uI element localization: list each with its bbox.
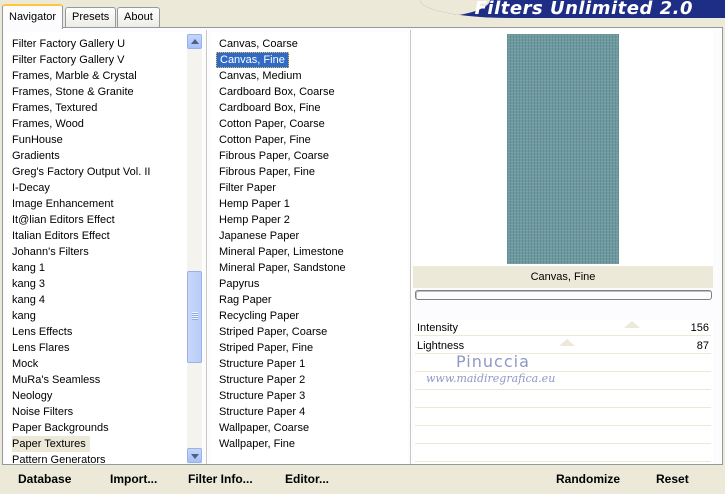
category-item[interactable]: Paper Backgrounds [12,420,113,436]
filter-item[interactable]: Cotton Paper, Fine [216,132,314,148]
category-item[interactable]: Italian Editors Effect [12,228,114,244]
filter-item[interactable]: Fibrous Paper, Coarse [216,148,332,164]
filter-item[interactable]: Canvas, Coarse [216,36,301,52]
main-panel: Filter Factory Gallery U Filter Factory G… [2,27,723,465]
tab-presets[interactable]: Presets [65,7,117,28]
filter-info-button[interactable]: Filter Info... [188,472,253,486]
category-item[interactable]: Greg's Factory Output Vol. II [12,164,154,180]
filter-item[interactable]: Striped Paper, Fine [216,340,316,356]
filter-item[interactable]: Structure Paper 3 [216,388,308,404]
preview-image [507,34,619,264]
empty-parameter-row [415,428,711,444]
category-item[interactable]: kang [12,308,40,324]
filter-item[interactable]: Japanese Paper [216,228,302,244]
category-item[interactable]: MuRa's Seamless [12,372,104,388]
category-item[interactable]: kang 4 [12,292,49,308]
filter-item[interactable]: Wallpaper, Fine [216,436,298,452]
filter-item[interactable]: Cardboard Box, Coarse [216,84,338,100]
category-item[interactable]: Pattern Generators [12,452,110,464]
slider-label: Lightness [417,340,465,352]
import-button[interactable]: Import... [110,472,157,486]
category-item[interactable]: Filter Factory Gallery U [12,36,129,52]
app-banner: Filters Unlimited 2.0 [420,0,725,18]
category-item[interactable]: Frames, Wood [12,116,88,132]
category-item[interactable]: Frames, Stone & Granite [12,84,138,100]
filter-name-label: Canvas, Fine [413,266,713,288]
category-item[interactable]: Paper Textures [12,436,90,452]
scroll-thumb[interactable] [187,271,202,363]
progress-bar [415,290,712,300]
filter-item[interactable]: Cardboard Box, Fine [216,100,324,116]
empty-parameter-row [415,410,711,426]
filter-item[interactable]: Striped Paper, Coarse [216,324,330,340]
category-item[interactable]: Lens Effects [12,324,76,340]
category-scrollbar[interactable] [187,34,202,464]
filter-item[interactable]: Mineral Paper, Sandstone [216,260,349,276]
empty-parameter-row [415,374,711,390]
category-item[interactable]: Frames, Marble & Crystal [12,68,141,84]
filter-item[interactable]: Filter Paper [216,180,279,196]
grip-icon [192,312,198,320]
preview-area [413,30,713,266]
category-item[interactable]: Noise Filters [12,404,77,420]
slider-track[interactable] [485,339,641,346]
divider [206,30,208,464]
tab-about[interactable]: About [117,7,160,28]
category-item[interactable]: Neology [12,388,56,404]
tab-navigator[interactable]: Navigator [2,4,64,29]
filter-item[interactable]: Structure Paper 1 [216,356,308,372]
filter-item[interactable]: Structure Paper 2 [216,372,308,388]
filter-item[interactable]: Hemp Paper 1 [216,196,293,212]
filter-item[interactable]: Recycling Paper [216,308,302,324]
category-item[interactable]: I-Decay [12,180,54,196]
randomize-button[interactable]: Randomize [556,472,620,486]
database-button[interactable]: Database [18,472,71,486]
filter-item[interactable]: Mineral Paper, Limestone [216,244,347,260]
slider-value: 156 [690,322,709,334]
slider-thumb[interactable] [558,339,575,346]
divider [410,30,412,464]
slider-lightness[interactable]: Lightness 87 [415,338,711,354]
category-list[interactable]: Filter Factory Gallery U Filter Factory G… [7,32,203,464]
empty-parameter-row [415,446,711,462]
slider-label: Intensity [417,322,458,334]
category-item[interactable]: Gradients [12,148,64,164]
reset-button[interactable]: Reset [656,472,689,486]
filter-item[interactable]: Structure Paper 4 [216,404,308,420]
filter-item[interactable]: Wallpaper, Coarse [216,420,312,436]
scroll-down-button[interactable] [187,448,202,463]
category-item[interactable]: kang 3 [12,276,49,292]
scroll-up-button[interactable] [187,34,202,49]
filter-item[interactable]: Cotton Paper, Coarse [216,116,328,132]
category-item[interactable]: FunHouse [12,132,67,148]
filter-list[interactable]: Canvas, Coarse Canvas, Fine Canvas, Medium… [210,32,408,464]
slider-value: 87 [696,340,709,352]
filter-item[interactable]: Hemp Paper 2 [216,212,293,228]
arrow-down-icon [191,454,199,459]
filter-item[interactable]: Canvas, Medium [216,68,305,84]
category-item[interactable]: It@lian Editors Effect [12,212,119,228]
category-item[interactable]: Lens Flares [12,340,73,356]
slider-track[interactable] [485,321,641,328]
category-item[interactable]: Frames, Textured [12,100,101,116]
category-item[interactable]: Johann's Filters [12,244,93,260]
filter-item[interactable]: Papyrus [216,276,262,292]
filter-item[interactable]: Canvas, Fine [216,52,289,68]
category-item[interactable]: Image Enhancement [12,196,118,212]
parameter-sliders: Intensity 156 Lightness 87 [413,320,713,464]
filter-item[interactable]: Fibrous Paper, Fine [216,164,318,180]
slider-intensity[interactable]: Intensity 156 [415,320,711,336]
empty-parameter-row [415,392,711,408]
app-title: Filters Unlimited 2.0 [474,0,693,18]
filter-item[interactable]: Rag Paper [216,292,275,308]
slider-thumb[interactable] [623,321,640,328]
category-item[interactable]: kang 1 [12,260,49,276]
arrow-up-icon [191,39,199,44]
editor-button[interactable]: Editor... [285,472,329,486]
category-item[interactable]: Mock [12,356,42,372]
button-bar: Database Import... Filter Info... Editor… [0,466,725,494]
category-item[interactable]: Filter Factory Gallery V [12,52,128,68]
empty-parameter-row [415,356,711,372]
